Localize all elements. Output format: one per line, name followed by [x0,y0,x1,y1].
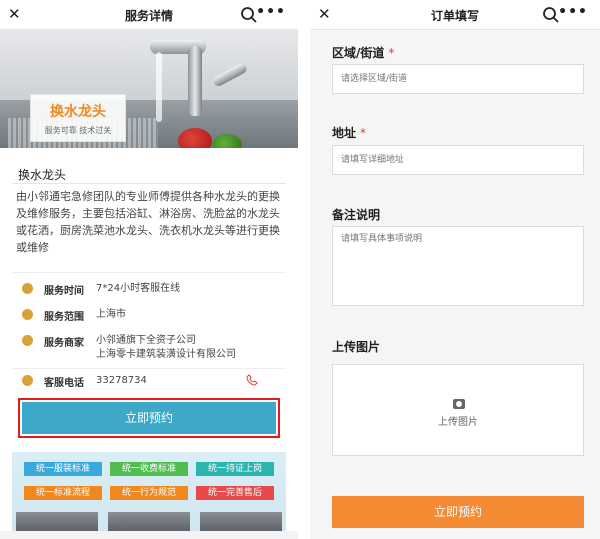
address-input[interactable] [332,145,584,175]
required-mark: * [388,46,395,60]
promo-tag: 统一标准流程 [24,486,102,500]
top-bar: ✕ 订单填写 ••• [310,0,600,30]
top-bar: ✕ 服务详情 ••• [0,0,298,30]
promo-tag: 统一服装标准 [24,462,102,476]
banner-badge: 换水龙头 服务可靠 技术过关 [30,94,126,142]
phone-number: 33278734 [96,375,147,386]
more-icon[interactable]: ••• [558,4,588,20]
bottom-nav [0,531,298,539]
promo-tag: 统一收费标准 [110,462,188,476]
merchant-line-2: 上海零卡建筑装潢设计有限公司 [96,349,236,360]
service-description: 由小邻通宅急修团队的专业师傅提供各种水龙头的更换及维修服务，主要包括浴缸、淋浴房… [16,190,280,254]
merchant-line-1: 小邻通旗下全资子公司 [96,335,196,346]
promo-tag: 统一持证上岗 [196,462,274,476]
upload-label: 上传图片 [332,340,381,354]
book-now-button[interactable]: 立即预约 [22,402,276,434]
submit-booking-button[interactable]: 立即预约 [332,496,584,528]
service-detail-screen: ✕ 服务详情 ••• 换水龙头 服务可靠 技术过关 换水龙头 由小邻通宅急修团队… [0,0,298,539]
service-info: 服务时间 7*24小时客服在线 服务范围 上海市 服务商家 小邻通旗下全资子公司… [12,272,286,394]
promo-tag: 统一行为规范 [110,486,188,500]
service-banner: 换水龙头 服务可靠 技术过关 [0,30,298,148]
camera-icon [453,399,465,409]
order-form-screen: ✕ 订单填写 ••• 区域/街道* 地址* 备注说明 上传图片 上传图片 立即预… [310,0,600,539]
region-select[interactable] [332,64,584,94]
notes-label: 备注说明 [332,208,381,222]
upload-text: 上传图片 [438,417,478,428]
address-label: 地址 * [332,126,367,140]
promo-tag: 统一完善售后 [196,486,274,500]
notes-textarea[interactable] [332,226,584,306]
more-icon[interactable]: ••• [256,4,286,20]
location-icon [22,309,33,320]
region-label: 区域/街道 * [332,46,395,60]
phone-icon[interactable] [246,374,258,386]
tomato-image [178,128,212,148]
image-upload-box[interactable]: 上传图片 [332,364,584,456]
banner-subtitle: 服务可靠 技术过关 [44,126,112,135]
promo-banner: 统一服装标准 统一收费标准 统一持证上岗 统一标准流程 统一行为规范 统一完善售… [12,452,286,539]
service-name: 换水龙头 [12,164,286,184]
headset-icon [22,375,33,386]
clock-icon [22,283,33,294]
shop-icon [22,335,33,346]
banner-title: 换水龙头 [50,104,106,120]
required-mark: * [360,126,367,140]
